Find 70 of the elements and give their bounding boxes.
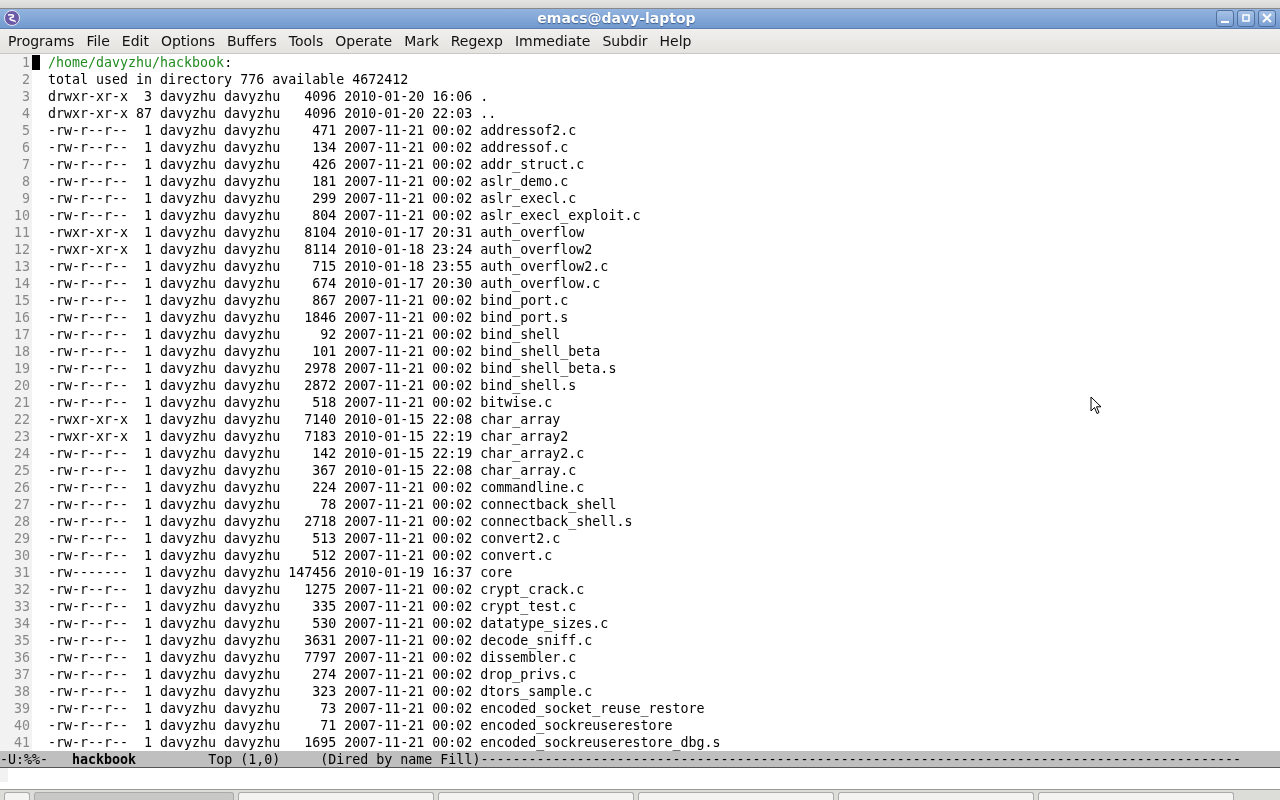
file-entry[interactable]: -rw-r--r-- 1 davyzhu davyzhu 142 2010-01-15 22:19 char_array2.c: [48, 445, 585, 461]
file-entry[interactable]: -rw-r--r-- 1 davyzhu davyzhu 224 2007-11-21 00:02 commandline.c: [48, 479, 585, 495]
minimize-icon: [1221, 21, 1229, 24]
menu-item[interactable]: Tools: [282, 32, 330, 49]
menu-item[interactable]: Regexp: [444, 32, 509, 49]
file-entry[interactable]: -rw-r--r-- 1 davyzhu davyzhu 299 2007-11-21 00:02 aslr_execl.c: [48, 190, 577, 206]
cursor-position: Top (1,0): [208, 751, 281, 767]
directory-summary: total used in directory 776 available 4672412: [48, 71, 409, 87]
minimize-button[interactable]: [1216, 9, 1234, 27]
file-entry[interactable]: -rw-r--r-- 1 davyzhu davyzhu 323 2007-11-21 00:02 dtors_sample.c: [48, 683, 593, 699]
file-entry[interactable]: -rw-r--r-- 1 davyzhu davyzhu 335 2007-11-21 00:02 crypt_test.c: [48, 598, 577, 614]
major-mode: (Dired by name Fill): [320, 751, 481, 767]
file-entry[interactable]: -rw-r--r-- 1 davyzhu davyzhu 78 2007-11-21 00:02 connectback_shell: [48, 496, 617, 512]
file-entry[interactable]: -rw-r--r-- 1 davyzhu davyzhu 7797 2007-11-21 00:02 dissembler.c: [48, 649, 577, 665]
file-entry[interactable]: -rw-r--r-- 1 davyzhu davyzhu 274 2007-11-21 00:02 drop_privs.c: [48, 666, 577, 682]
menu-item[interactable]: Programs: [2, 32, 81, 49]
menu-item[interactable]: Options: [154, 32, 221, 49]
file-entry[interactable]: -rw------- 1 davyzhu davyzhu 147456 2010-01-19 16:37 core: [48, 564, 513, 580]
file-entry[interactable]: -rwxr-xr-x 1 davyzhu davyzhu 7183 2010-01-15 22:19 char_array2: [48, 428, 569, 444]
buffer-name: hackbook: [72, 751, 137, 767]
menu-item[interactable]: Edit: [115, 32, 155, 49]
close-icon: [1262, 13, 1272, 24]
file-entry[interactable]: -rw-r--r-- 1 davyzhu davyzhu 1695 2007-11-21 00:02 encoded_sockreuserestore_dbg.s: [48, 734, 721, 750]
file-entry[interactable]: drwxr-xr-x 87 davyzhu davyzhu 4096 2010-01-20 22:03 ..: [48, 105, 497, 121]
mode-line-status: -U:%%-: [0, 751, 49, 767]
close-button[interactable]: [1258, 9, 1276, 27]
file-entry[interactable]: -rw-r--r-- 1 davyzhu davyzhu 715 2010-01-18 23:55 auth_overflow2.c: [48, 258, 609, 274]
emacs-logo-icon: [4, 10, 20, 27]
file-entry[interactable]: -rw-r--r-- 1 davyzhu davyzhu 2872 2007-11-21 00:02 bind_shell.s: [48, 377, 577, 393]
window-title: emacs@davy-laptop: [536, 10, 697, 27]
mouse-pointer-icon: [1090, 396, 1102, 415]
path-colon: :: [224, 54, 233, 70]
file-entry[interactable]: -rw-r--r-- 1 davyzhu davyzhu 181 2007-11-21 00:02 aslr_demo.c: [48, 173, 569, 189]
file-entry[interactable]: -rw-r--r-- 1 davyzhu davyzhu 3631 2007-11-21 00:02 decode_sniff.c: [48, 632, 593, 648]
menu-item[interactable]: Buffers: [220, 32, 283, 49]
file-entry[interactable]: -rw-r--r-- 1 davyzhu davyzhu 513 2007-11-21 00:02 convert2.c: [48, 530, 561, 546]
file-entry[interactable]: -rw-r--r-- 1 davyzhu davyzhu 1846 2007-11-21 00:02 bind_port.s: [48, 309, 569, 325]
file-entry[interactable]: -rw-r--r-- 1 davyzhu davyzhu 71 2007-11-21 00:02 encoded_sockreuserestore: [48, 717, 673, 733]
text-cursor: [32, 54, 40, 70]
echo-area-gutter: [0, 768, 8, 783]
file-entry[interactable]: -rw-r--r-- 1 davyzhu davyzhu 471 2007-11-21 00:02 addressof2.c: [48, 122, 577, 138]
file-entry[interactable]: -rw-r--r-- 1 davyzhu davyzhu 530 2007-11-21 00:02 datatype_sizes.c: [48, 615, 609, 631]
file-entry[interactable]: -rw-r--r-- 1 davyzhu davyzhu 867 2007-11-21 00:02 bind_port.c: [48, 292, 569, 308]
menu-item[interactable]: Mark: [398, 32, 445, 49]
menu-item[interactable]: Immediate: [508, 32, 597, 49]
file-entry[interactable]: -rw-r--r-- 1 davyzhu davyzhu 1275 2007-11-21 00:02 crypt_crack.c: [48, 581, 585, 597]
mode-line-fill: -----------------------------------------------------------------------------------------------: [480, 751, 1241, 767]
directory-path: /home/davyzhu/hackbook: [48, 54, 225, 70]
file-entry[interactable]: -rw-r--r-- 1 davyzhu davyzhu 512 2007-11-21 00:02 convert.c: [48, 547, 553, 563]
file-entry[interactable]: -rwxr-xr-x 1 davyzhu davyzhu 7140 2010-01-15 22:08 char_array: [48, 411, 561, 427]
file-entry[interactable]: -rwxr-xr-x 1 davyzhu davyzhu 8104 2010-01-17 20:31 auth_overflow: [48, 224, 585, 240]
file-entry[interactable]: -rw-r--r-- 1 davyzhu davyzhu 134 2007-11-21 00:02 addressof.c: [48, 139, 569, 155]
file-entry[interactable]: -rw-r--r-- 1 davyzhu davyzhu 518 2007-11-21 00:02 bitwise.c: [48, 394, 553, 410]
file-entry[interactable]: -rw-r--r-- 1 davyzhu davyzhu 101 2007-11-21 00:02 bind_shell_beta: [48, 343, 601, 359]
file-entry[interactable]: -rw-r--r-- 1 davyzhu davyzhu 2978 2007-11-21 00:02 bind_shell_beta.s: [48, 360, 617, 376]
file-entry[interactable]: -rw-r--r-- 1 davyzhu davyzhu 674 2010-01-17 20:30 auth_overflow.c: [48, 275, 601, 291]
file-entry[interactable]: -rw-r--r-- 1 davyzhu davyzhu 2718 2007-11-21 00:02 connectback_shell.s: [48, 513, 633, 529]
menu-item[interactable]: Help: [653, 32, 698, 49]
maximize-icon: [1241, 13, 1251, 24]
file-entry[interactable]: -rw-r--r-- 1 davyzhu davyzhu 73 2007-11-21 00:02 encoded_socket_reuse_restore: [48, 700, 705, 716]
menu-item[interactable]: Subdir: [596, 32, 654, 49]
file-entry[interactable]: -rw-r--r-- 1 davyzhu davyzhu 92 2007-11-21 00:02 bind_shell: [48, 326, 561, 342]
file-entry[interactable]: -rwxr-xr-x 1 davyzhu davyzhu 8114 2010-01-18 23:24 auth_overflow2: [48, 241, 593, 257]
file-entry[interactable]: -rw-r--r-- 1 davyzhu davyzhu 804 2007-11-21 00:02 aslr_execl_exploit.c: [48, 207, 641, 223]
menu-item[interactable]: Operate: [329, 32, 399, 49]
file-entry[interactable]: drwxr-xr-x 3 davyzhu davyzhu 4096 2010-01-20 16:06 .: [48, 88, 489, 104]
maximize-button[interactable]: [1237, 9, 1255, 27]
file-entry[interactable]: -rw-r--r-- 1 davyzhu davyzhu 426 2007-11-21 00:02 addr_struct.c: [48, 156, 585, 172]
menu-item[interactable]: File: [80, 32, 116, 49]
file-entry[interactable]: -rw-r--r-- 1 davyzhu davyzhu 367 2010-01-15 22:08 char_array.c: [48, 462, 577, 478]
